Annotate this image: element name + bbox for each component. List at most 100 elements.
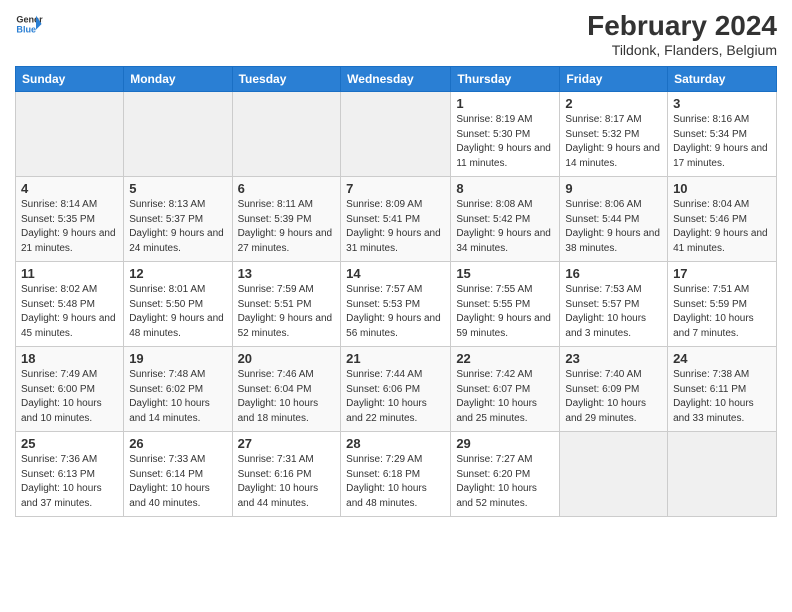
calendar-cell: 18 Sunrise: 7:49 AM Sunset: 6:00 PM Dayli… — [16, 347, 124, 432]
day-number: 22 — [456, 351, 554, 366]
day-number: 26 — [129, 436, 226, 451]
day-info: Sunrise: 7:27 AM Sunset: 6:20 PM Dayligh… — [456, 453, 554, 511]
day-info: Sunrise: 7:53 AM Sunset: 5:57 PM Dayligh… — [565, 283, 662, 341]
calendar-cell: 11 Sunrise: 8:02 AM Sunset: 5:48 PM Dayli… — [16, 262, 124, 347]
calendar-cell: 7 Sunrise: 8:09 AM Sunset: 5:41 PM Daylig… — [341, 177, 451, 262]
day-info: Sunrise: 7:46 AM Sunset: 6:04 PM Dayligh… — [238, 368, 336, 426]
day-info: Sunrise: 8:09 AM Sunset: 5:41 PM Dayligh… — [346, 198, 445, 256]
day-number: 23 — [565, 351, 662, 366]
logo-icon: General Blue — [15, 10, 43, 38]
day-info: Sunrise: 7:44 AM Sunset: 6:06 PM Dayligh… — [346, 368, 445, 426]
day-number: 24 — [673, 351, 771, 366]
calendar-cell: 19 Sunrise: 7:48 AM Sunset: 6:02 PM Dayli… — [124, 347, 232, 432]
day-info: Sunrise: 8:02 AM Sunset: 5:48 PM Dayligh… — [21, 283, 118, 341]
day-header-wednesday: Wednesday — [341, 67, 451, 92]
day-number: 7 — [346, 181, 445, 196]
day-header-sunday: Sunday — [16, 67, 124, 92]
calendar-cell: 12Sunrise: 8:01 AM Sunset: 5:50 PM Dayli… — [124, 262, 232, 347]
day-info: Sunrise: 8:11 AM Sunset: 5:39 PM Dayligh… — [238, 198, 336, 256]
svg-text:Blue: Blue — [16, 24, 36, 34]
day-info: Sunrise: 7:31 AM Sunset: 6:16 PM Dayligh… — [238, 453, 336, 511]
day-number: 13 — [238, 266, 336, 281]
day-number: 10 — [673, 181, 771, 196]
day-number: 15 — [456, 266, 554, 281]
day-info: Sunrise: 8:01 AM Sunset: 5:50 PM Dayligh… — [129, 283, 226, 341]
day-number: 27 — [238, 436, 336, 451]
day-number: 9 — [565, 181, 662, 196]
header: General Blue February 2024 Tildonk, Flan… — [15, 10, 777, 58]
week-row-3: 11 Sunrise: 8:02 AM Sunset: 5:48 PM Dayli… — [16, 262, 777, 347]
day-info: Sunrise: 7:48 AM Sunset: 6:02 PM Dayligh… — [129, 368, 226, 426]
calendar-cell: 2 Sunrise: 8:17 AM Sunset: 5:32 PM Daylig… — [560, 92, 668, 177]
calendar-cell — [16, 92, 124, 177]
calendar-cell: 27 Sunrise: 7:31 AM Sunset: 6:16 PM Dayli… — [232, 432, 341, 517]
title-block: February 2024 Tildonk, Flanders, Belgium — [587, 10, 777, 58]
calendar-cell: 28 Sunrise: 7:29 AM Sunset: 6:18 PM Dayli… — [341, 432, 451, 517]
day-header-thursday: Thursday — [451, 67, 560, 92]
week-row-4: 18 Sunrise: 7:49 AM Sunset: 6:00 PM Dayli… — [16, 347, 777, 432]
calendar-table: SundayMondayTuesdayWednesdayThursdayFrid… — [15, 66, 777, 517]
day-info: Sunrise: 7:38 AM Sunset: 6:11 PM Dayligh… — [673, 368, 771, 426]
day-info: Sunrise: 7:36 AM Sunset: 6:13 PM Dayligh… — [21, 453, 118, 511]
day-info: Sunrise: 7:49 AM Sunset: 6:00 PM Dayligh… — [21, 368, 118, 426]
day-info: Sunrise: 8:16 AM Sunset: 5:34 PM Dayligh… — [673, 113, 771, 171]
day-number: 1 — [456, 96, 554, 111]
calendar-cell: 8 Sunrise: 8:08 AM Sunset: 5:42 PM Daylig… — [451, 177, 560, 262]
calendar-cell: 21 Sunrise: 7:44 AM Sunset: 6:06 PM Dayli… — [341, 347, 451, 432]
day-number: 14 — [346, 266, 445, 281]
calendar-cell: 25 Sunrise: 7:36 AM Sunset: 6:13 PM Dayli… — [16, 432, 124, 517]
day-number: 25 — [21, 436, 118, 451]
day-number: 4 — [21, 181, 118, 196]
day-number: 21 — [346, 351, 445, 366]
day-header-saturday: Saturday — [668, 67, 777, 92]
header-row: SundayMondayTuesdayWednesdayThursdayFrid… — [16, 67, 777, 92]
day-number: 8 — [456, 181, 554, 196]
calendar-cell: 15 Sunrise: 7:55 AM Sunset: 5:55 PM Dayli… — [451, 262, 560, 347]
day-number: 20 — [238, 351, 336, 366]
day-header-monday: Monday — [124, 67, 232, 92]
calendar-cell: 1 Sunrise: 8:19 AM Sunset: 5:30 PM Daylig… — [451, 92, 560, 177]
week-row-2: 4Sunrise: 8:14 AM Sunset: 5:35 PM Daylig… — [16, 177, 777, 262]
calendar-cell: 4Sunrise: 8:14 AM Sunset: 5:35 PM Daylig… — [16, 177, 124, 262]
calendar-cell — [341, 92, 451, 177]
calendar-cell: 9 Sunrise: 8:06 AM Sunset: 5:44 PM Daylig… — [560, 177, 668, 262]
day-info: Sunrise: 7:40 AM Sunset: 6:09 PM Dayligh… — [565, 368, 662, 426]
calendar-cell: 16 Sunrise: 7:53 AM Sunset: 5:57 PM Dayli… — [560, 262, 668, 347]
day-number: 5 — [129, 181, 226, 196]
calendar-cell — [668, 432, 777, 517]
day-info: Sunrise: 8:17 AM Sunset: 5:32 PM Dayligh… — [565, 113, 662, 171]
day-info: Sunrise: 8:08 AM Sunset: 5:42 PM Dayligh… — [456, 198, 554, 256]
calendar-cell — [124, 92, 232, 177]
calendar-container: General Blue February 2024 Tildonk, Flan… — [0, 0, 792, 527]
day-info: Sunrise: 7:33 AM Sunset: 6:14 PM Dayligh… — [129, 453, 226, 511]
day-info: Sunrise: 7:29 AM Sunset: 6:18 PM Dayligh… — [346, 453, 445, 511]
day-info: Sunrise: 8:13 AM Sunset: 5:37 PM Dayligh… — [129, 198, 226, 256]
calendar-cell: 10Sunrise: 8:04 AM Sunset: 5:46 PM Dayli… — [668, 177, 777, 262]
day-header-friday: Friday — [560, 67, 668, 92]
day-number: 19 — [129, 351, 226, 366]
day-info: Sunrise: 7:59 AM Sunset: 5:51 PM Dayligh… — [238, 283, 336, 341]
day-number: 18 — [21, 351, 118, 366]
day-info: Sunrise: 7:42 AM Sunset: 6:07 PM Dayligh… — [456, 368, 554, 426]
calendar-cell: 26 Sunrise: 7:33 AM Sunset: 6:14 PM Dayli… — [124, 432, 232, 517]
day-info: Sunrise: 7:55 AM Sunset: 5:55 PM Dayligh… — [456, 283, 554, 341]
calendar-cell: 20 Sunrise: 7:46 AM Sunset: 6:04 PM Dayli… — [232, 347, 341, 432]
week-row-5: 25 Sunrise: 7:36 AM Sunset: 6:13 PM Dayli… — [16, 432, 777, 517]
calendar-cell — [560, 432, 668, 517]
day-info: Sunrise: 8:06 AM Sunset: 5:44 PM Dayligh… — [565, 198, 662, 256]
day-number: 16 — [565, 266, 662, 281]
day-number: 2 — [565, 96, 662, 111]
day-number: 29 — [456, 436, 554, 451]
day-number: 17 — [673, 266, 771, 281]
day-number: 11 — [21, 266, 118, 281]
calendar-cell: 23 Sunrise: 7:40 AM Sunset: 6:09 PM Dayli… — [560, 347, 668, 432]
day-header-tuesday: Tuesday — [232, 67, 341, 92]
location: Tildonk, Flanders, Belgium — [587, 42, 777, 58]
day-number: 6 — [238, 181, 336, 196]
calendar-cell: 24 Sunrise: 7:38 AM Sunset: 6:11 PM Dayli… — [668, 347, 777, 432]
calendar-cell: 29 Sunrise: 7:27 AM Sunset: 6:20 PM Dayli… — [451, 432, 560, 517]
calendar-cell: 14Sunrise: 7:57 AM Sunset: 5:53 PM Dayli… — [341, 262, 451, 347]
day-number: 28 — [346, 436, 445, 451]
day-info: Sunrise: 8:19 AM Sunset: 5:30 PM Dayligh… — [456, 113, 554, 171]
calendar-cell — [232, 92, 341, 177]
